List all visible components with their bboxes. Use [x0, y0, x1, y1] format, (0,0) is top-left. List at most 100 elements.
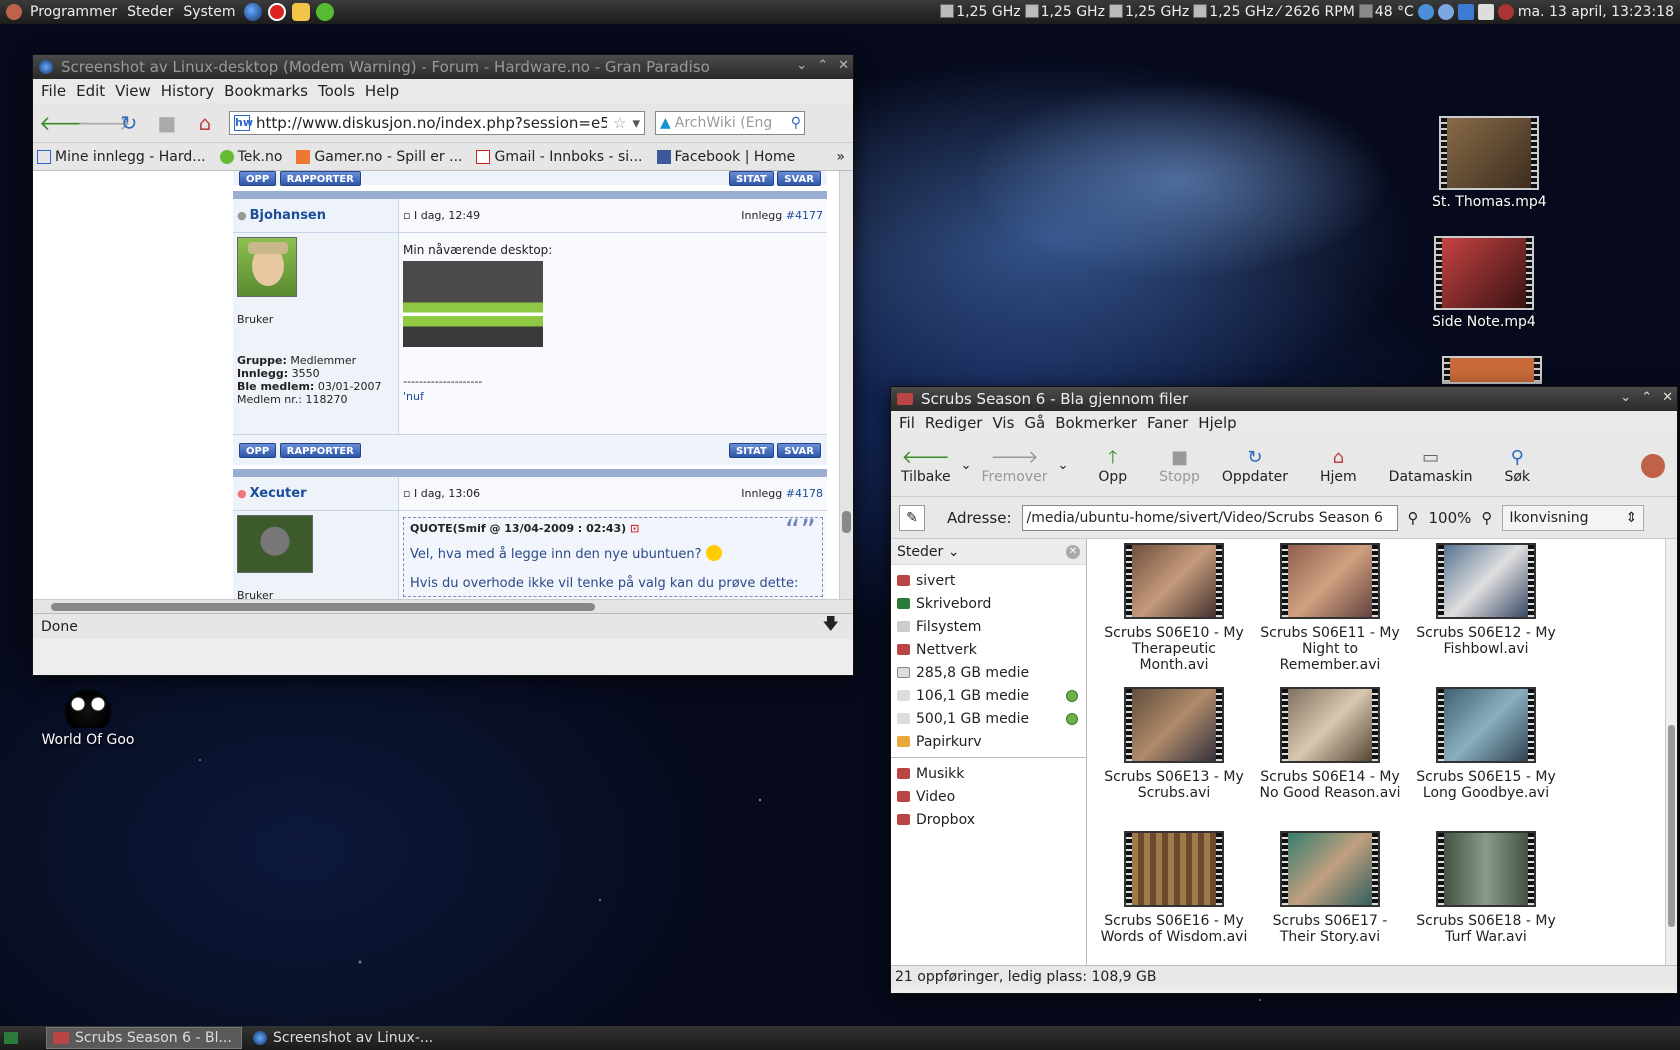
maximize-icon[interactable]: ⌃ — [817, 58, 828, 73]
sidebar-item-106gb[interactable]: 106,1 GB medie — [891, 684, 1086, 707]
desktop-icon-world-of-goo[interactable]: World Of Goo — [38, 688, 138, 748]
menu-edit[interactable]: Edit — [72, 82, 109, 100]
file-item[interactable]: Scrubs S06E13 - My Scrubs.avi — [1097, 687, 1251, 831]
menu-tools[interactable]: Tools — [314, 82, 359, 100]
show-desktop-icon[interactable] — [4, 1032, 18, 1044]
browser-launcher-icon[interactable] — [243, 3, 262, 21]
file-item[interactable]: Scrubs S06E18 - My Turf War.avi — [1409, 831, 1563, 975]
toggle-location-editor-icon[interactable]: ✎ — [899, 504, 925, 531]
bookmark-gamer[interactable]: Gamer.no - Spill er ... — [296, 149, 462, 165]
close-icon[interactable]: ✕ — [1662, 390, 1673, 405]
menu-fil[interactable]: Fil — [895, 414, 919, 432]
sidebar-item-skrivebord[interactable]: Skrivebord — [891, 592, 1086, 615]
sidebar-item-285gb[interactable]: 285,8 GB medie — [891, 661, 1086, 684]
stop-button[interactable]: ■ Stopp — [1153, 447, 1206, 485]
scrollbar-thumb[interactable] — [842, 511, 851, 533]
computer-button[interactable]: ▭ Datamaskin — [1383, 447, 1479, 485]
sidebar-item-sivert[interactable]: sivert — [891, 569, 1086, 592]
menu-vis[interactable]: Vis — [988, 414, 1018, 432]
file-item[interactable]: Scrubs S06E15 - My Long Goodbye.avi — [1409, 687, 1563, 831]
up-button[interactable]: OPP — [239, 171, 277, 186]
menu-ga[interactable]: Gå — [1020, 414, 1049, 432]
back-button[interactable]: 🡐 Tilbake — [895, 447, 957, 485]
notes-launcher-icon[interactable] — [291, 3, 310, 21]
menu-file[interactable]: File — [37, 82, 70, 100]
file-browser-titlebar[interactable]: Scrubs Season 6 - Bla gjennom filer ⌄ ⌃ ✕ — [891, 387, 1677, 411]
menu-view[interactable]: View — [111, 82, 155, 100]
vertical-scrollbar[interactable] — [839, 171, 853, 613]
maximize-icon[interactable]: ⌃ — [1641, 390, 1652, 405]
search-icon[interactable]: ⚲ — [791, 115, 804, 131]
zoom-in-icon[interactable]: ⚲ — [1481, 509, 1492, 527]
bookmark-mine-innlegg[interactable]: Mine innlegg - Hard... — [37, 149, 206, 165]
desktop-icon-st-thomas[interactable]: St. Thomas.mp4 — [1432, 116, 1547, 210]
power-icon[interactable] — [1497, 4, 1514, 20]
clipboard-icon[interactable] — [1477, 4, 1494, 20]
menu-rediger[interactable]: Rediger — [921, 414, 987, 432]
desktop-icon-side-note[interactable]: Side Note.mp4 — [1432, 236, 1536, 330]
network-icon[interactable] — [1417, 4, 1434, 20]
dropbox-icon[interactable] — [1457, 4, 1474, 20]
menu-faner[interactable]: Faner — [1143, 414, 1192, 432]
file-item[interactable]: Scrubs S06E17 - Their Story.avi — [1253, 831, 1407, 975]
menu-history[interactable]: History — [157, 82, 218, 100]
eject-icon[interactable] — [1066, 712, 1078, 725]
menu-hjelp[interactable]: Hjelp — [1194, 414, 1240, 432]
view-mode-select[interactable]: Ikonvisning ⇕ — [1502, 504, 1645, 531]
quote-link-icon[interactable]: ⊡ — [630, 522, 639, 535]
grid-vertical-scrollbar[interactable] — [1665, 539, 1677, 965]
close-icon[interactable]: ✕ — [838, 58, 849, 73]
quote-button[interactable]: SITAT — [729, 442, 774, 458]
file-item[interactable]: Scrubs S06E10 - My Therapeutic Month.avi — [1097, 543, 1251, 687]
zoom-level[interactable]: 100% — [1429, 509, 1472, 527]
quote-button[interactable]: SITAT — [729, 171, 774, 186]
gnome-foot-icon[interactable] — [6, 4, 22, 20]
download-arrow-icon[interactable]: 🡇 — [823, 613, 839, 640]
menu-system[interactable]: System — [178, 4, 240, 20]
up-button[interactable]: 🡑 Opp — [1092, 447, 1133, 485]
sidebar-item-papirkurv[interactable]: Papirkurv — [891, 730, 1086, 753]
sidebar-item-500gb[interactable]: 500,1 GB medie — [891, 707, 1086, 730]
up-button[interactable]: OPP — [239, 442, 277, 458]
sidebar-item-nettverk[interactable]: Nettverk — [891, 638, 1086, 661]
post-author[interactable]: Bjohansen — [250, 208, 326, 223]
report-button[interactable]: RAPPORTER — [279, 442, 361, 458]
file-item[interactable]: Scrubs S06E16 - My Words of Wisdom.avi — [1097, 831, 1251, 975]
menu-steder[interactable]: Steder — [122, 4, 178, 20]
stop-icon[interactable]: ■ — [153, 111, 181, 135]
post-author[interactable]: Xecuter — [250, 486, 307, 501]
browser-titlebar[interactable]: Screenshot av Linux-desktop (Modem Warni… — [33, 55, 853, 79]
sidebar-item-filsystem[interactable]: Filsystem — [891, 615, 1086, 638]
sidebar-item-dropbox[interactable]: Dropbox — [891, 808, 1086, 831]
forward-history-dropdown-icon[interactable]: ⌄ — [1053, 458, 1072, 473]
back-arrow-icon[interactable]: 🡐 — [39, 111, 93, 135]
bookmark-gmail[interactable]: Gmail - Innboks - si... — [476, 149, 643, 165]
back-history-dropdown-icon[interactable]: ⌄ — [957, 458, 976, 473]
horizontal-scrollbar[interactable] — [33, 599, 853, 613]
reload-button[interactable]: ↻ Oppdater — [1216, 447, 1294, 485]
desktop-icon-partial-video[interactable] — [1442, 356, 1542, 384]
menu-help[interactable]: Help — [361, 82, 403, 100]
home-button[interactable]: ⌂ Hjem — [1314, 447, 1363, 485]
scrollbar-thumb[interactable] — [51, 603, 595, 611]
taskbar-item-screenshot[interactable]: Screenshot av Linux-... — [246, 1027, 442, 1049]
bookmark-tek[interactable]: Tek.no — [219, 149, 282, 165]
spotify-launcher-icon[interactable] — [315, 3, 334, 21]
file-item[interactable]: Scrubs S06E12 - My Fishbowl.avi — [1409, 543, 1563, 687]
forward-arrow-icon[interactable]: 🡒 — [77, 111, 131, 135]
zoom-out-icon[interactable]: ⚲ — [1408, 509, 1419, 527]
reply-button[interactable]: SVAR — [777, 171, 821, 186]
menu-bookmarks[interactable]: Bookmarks — [220, 82, 312, 100]
user-icon[interactable] — [1437, 4, 1454, 20]
menu-programmer[interactable]: Programmer — [25, 4, 122, 20]
eject-icon[interactable] — [1066, 689, 1078, 702]
sidebar-item-musikk[interactable]: Musikk — [891, 762, 1086, 785]
bookmarks-overflow-icon[interactable]: » — [836, 149, 853, 165]
desktop-screenshot-image[interactable] — [403, 261, 543, 347]
reply-button[interactable]: SVAR — [777, 442, 821, 458]
minimize-icon[interactable]: ⌄ — [796, 58, 807, 73]
search-box[interactable]: ▲ ArchWiki (Eng ⚲ — [655, 110, 805, 135]
forward-button[interactable]: 🡒 Fremover — [976, 447, 1054, 485]
post-number-link[interactable]: #4178 — [786, 487, 823, 500]
sidebar-item-video[interactable]: Video — [891, 785, 1086, 808]
